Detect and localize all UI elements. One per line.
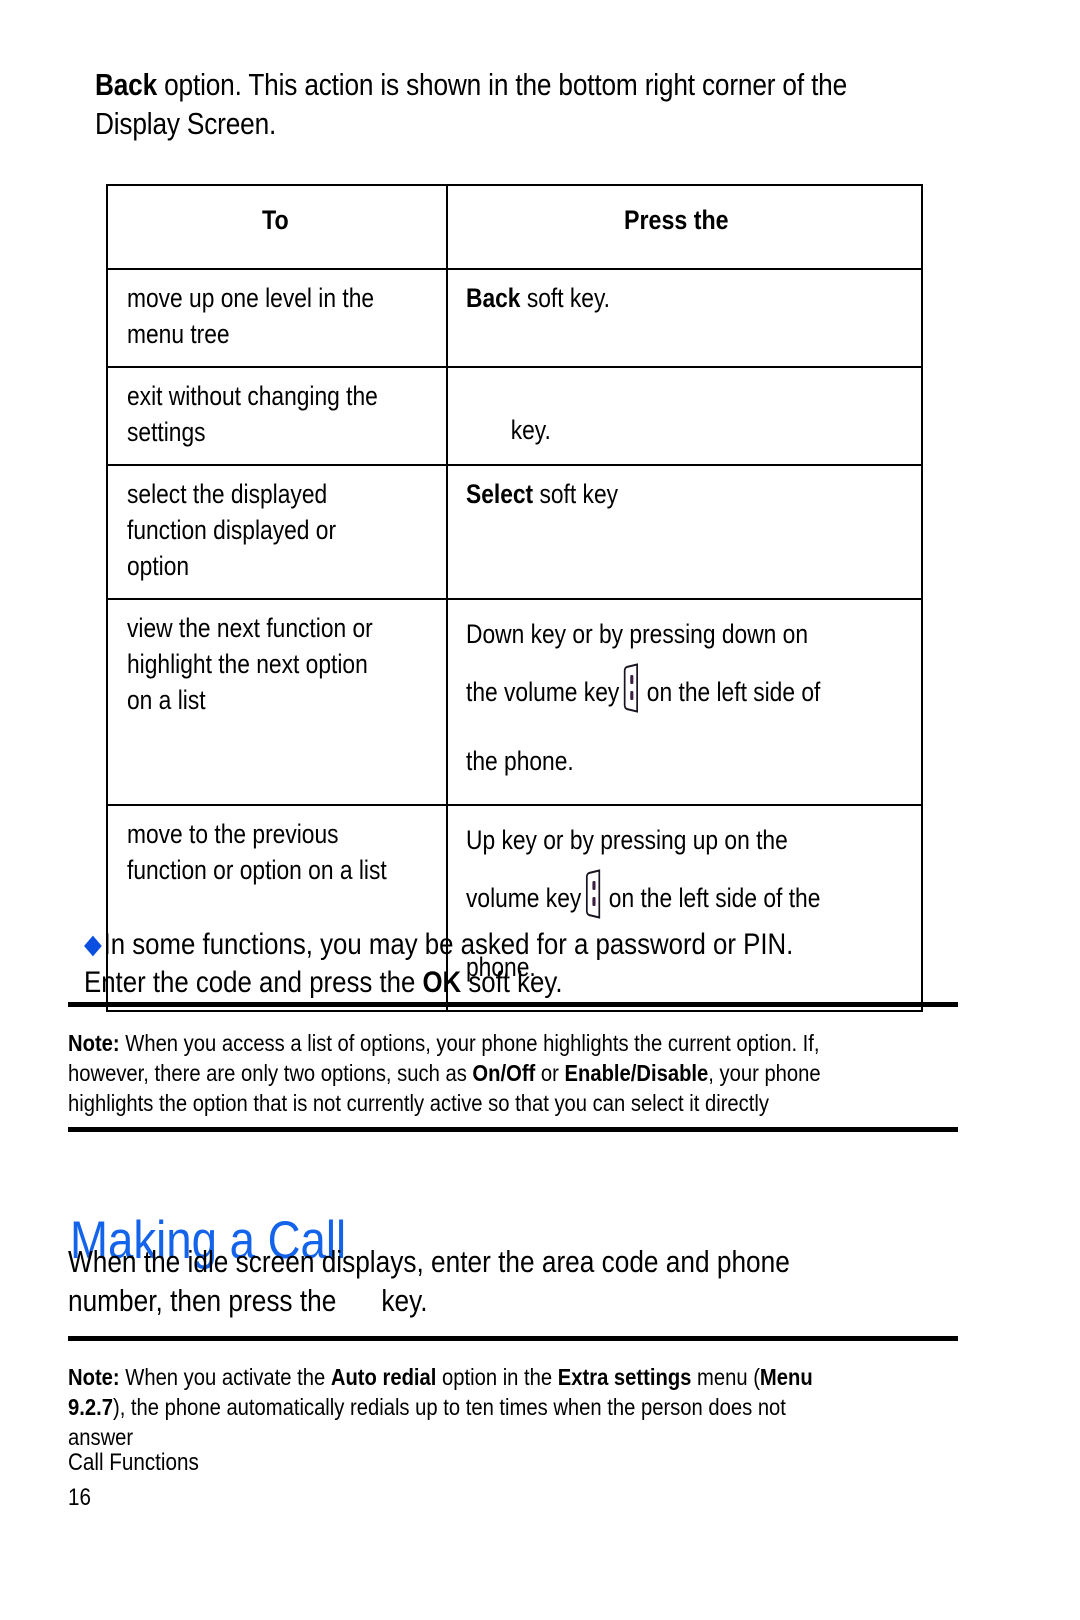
note-block-1: Note: When you access a list of options,… <box>68 1028 968 1118</box>
row1-press-rest: soft key. <box>520 283 610 313</box>
note2-part3: menu ( <box>691 1364 760 1390</box>
table-header-to: To <box>106 184 448 270</box>
table-cell-press: Back soft key. <box>446 268 923 368</box>
note1-rule-top <box>68 1002 958 1007</box>
note1-bold2: Enable/Disable <box>564 1060 709 1086</box>
table-header-press-label: Press the <box>623 205 729 235</box>
note2-label: Note: <box>68 1364 120 1390</box>
note1-rule-bottom <box>68 1127 958 1132</box>
note1-part2: or <box>535 1060 565 1086</box>
intro-paragraph: Back option. This action is shown in the… <box>95 66 995 144</box>
table-row: exit without changing the settings key. <box>106 366 923 466</box>
intro-rest: option. This action is shown in the bott… <box>95 68 848 141</box>
footer-section-label: Call Functions <box>68 1448 220 1478</box>
footer-section-text: Call Functions <box>68 1449 199 1476</box>
row2-press-rest: key. <box>510 415 551 445</box>
note-block-2: Note: When you activate the Auto redial … <box>68 1362 968 1452</box>
table-cell-press: Select soft key <box>446 464 923 600</box>
row3-press-rest: soft key <box>533 479 619 509</box>
table-cell-press: Down key or by pressing down on the volu… <box>446 598 923 806</box>
footer-page-text: 16 <box>68 1484 91 1511</box>
bullet-text-bold: OK <box>422 966 462 999</box>
row3-to-text: select the displayed function displayed … <box>127 479 337 581</box>
row1-press-bold: Back <box>466 283 521 313</box>
manual-page: Back option. This action is shown in the… <box>0 0 1080 1620</box>
table-cell-press: key. <box>446 366 923 466</box>
table-row: select the displayed function displayed … <box>106 464 923 600</box>
volume-key-icon <box>623 663 642 733</box>
key-reference-table-wrap: To Press the move up one level in the me… <box>106 184 923 1012</box>
body-para-part1: When the idle screen displays, enter the… <box>68 1245 790 1318</box>
row2-to-text: exit without changing the settings <box>127 381 378 447</box>
table-cell-to: view the next function or highlight the … <box>106 598 448 806</box>
note2-bold2: Extra settings <box>557 1364 692 1390</box>
row4-to-text: view the next function or highlight the … <box>127 613 373 715</box>
table-row: view the next function or highlight the … <box>106 598 923 806</box>
note2-rule-top <box>68 1336 958 1341</box>
note1-label: Note: <box>68 1030 120 1056</box>
intro-bold-lead: Back <box>95 68 158 102</box>
table-cell-to: select the displayed function displayed … <box>106 464 448 600</box>
table-header-press: Press the <box>446 184 923 270</box>
table-cell-to: exit without changing the settings <box>106 366 448 466</box>
note2-part2: option in the <box>436 1364 558 1390</box>
bullet-text-part2: soft key. <box>461 966 563 999</box>
table-row: move up one level in the menu tree Back … <box>106 268 923 368</box>
row5-to-text: move to the previous function or option … <box>127 819 387 885</box>
bullet-paragraph: ◆In some functions, you may be asked for… <box>84 925 974 1002</box>
note2-part4: ), the phone automatically redials up to… <box>68 1394 786 1450</box>
footer-page-number: 16 <box>68 1483 95 1513</box>
table-cell-to: move up one level in the menu tree <box>106 268 448 368</box>
body-para-part2: key. <box>381 1284 428 1318</box>
note1-bold1: On/Off <box>472 1060 536 1086</box>
table-header-to-label: To <box>261 205 289 235</box>
note2-part1: When you activate the <box>119 1364 331 1390</box>
row1-to-text: move up one level in the menu tree <box>127 283 375 349</box>
row3-press-bold: Select <box>466 479 534 509</box>
key-reference-table: To Press the move up one level in the me… <box>106 184 923 1012</box>
table-header-row: To Press the <box>106 184 923 270</box>
diamond-bullet-icon: ◆ <box>84 929 102 959</box>
body-paragraph: When the idle screen displays, enter the… <box>68 1243 968 1321</box>
note2-bold1: Auto redial <box>330 1364 437 1390</box>
